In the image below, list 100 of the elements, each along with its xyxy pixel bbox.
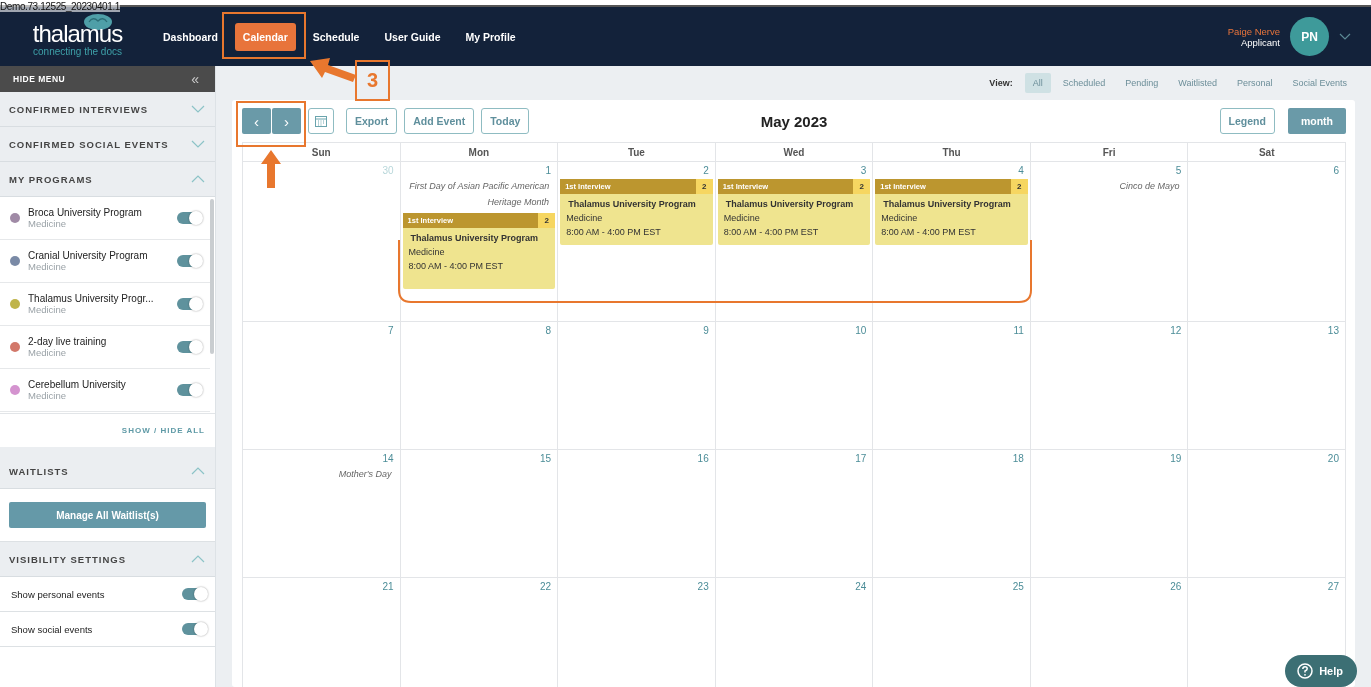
holiday-label: Mother's Day: [337, 468, 393, 481]
weekday-header: Fri: [1030, 143, 1189, 162]
event-specialty: Medicine: [722, 212, 761, 225]
user-role: Applicant: [1240, 36, 1280, 48]
program-name: Broca University Program: [28, 207, 143, 218]
day-number: 24: [855, 581, 868, 592]
day-number: 23: [697, 581, 710, 592]
weekday-header: Mon: [400, 143, 559, 162]
toggle-switch[interactable]: [182, 588, 207, 600]
weekday-header: Tue: [558, 143, 716, 162]
collapse-icon[interactable]: «: [191, 72, 199, 86]
section-header[interactable]: VISIBILITY SETTINGS: [0, 542, 215, 577]
chevron-down-icon[interactable]: [1339, 33, 1351, 40]
program-specialty: Medicine: [28, 218, 68, 229]
day-number: 8: [545, 325, 553, 336]
day-number: 25: [1012, 581, 1025, 592]
toggle-switch[interactable]: [177, 341, 202, 353]
day-number: 5: [1175, 165, 1183, 176]
holiday-label: First Day of Asian Pacific American Heritage Month: [408, 180, 551, 209]
day-number: 17: [855, 453, 868, 464]
help-button[interactable]: Help: [1285, 655, 1357, 687]
day-number: 16: [697, 453, 710, 464]
toolbar-button[interactable]: Export: [346, 108, 398, 134]
section-title[interactable]: MY PROGRAMS: [9, 173, 93, 185]
event-specialty: Medicine: [880, 212, 919, 225]
section-title[interactable]: CONFIRMED SOCIAL EVENTS: [9, 138, 169, 150]
day-number: 11: [1013, 325, 1025, 336]
event-time: 8:00 AM - 4:00 PM EST: [722, 226, 820, 239]
event-time: 8:00 AM - 4:00 PM EST: [565, 226, 662, 239]
nav-tab[interactable]: Dashboard: [155, 22, 226, 51]
day-number: 26: [1170, 581, 1183, 592]
day-number: 27: [1327, 581, 1340, 592]
highlight-frame: [236, 101, 306, 147]
nav-tab[interactable]: User Guide: [376, 22, 449, 51]
day-number: 4: [1018, 165, 1025, 176]
toggle-switch[interactable]: [182, 623, 207, 635]
logo-tagline: connecting the docs: [33, 46, 122, 57]
calendar-picker-button[interactable]: [308, 108, 334, 134]
toggle-switch[interactable]: [177, 298, 202, 310]
help-icon: [1297, 663, 1314, 679]
day-number: 20: [1327, 453, 1340, 464]
toolbar-button[interactable]: Add Event: [404, 108, 475, 134]
day-number: 14: [382, 453, 395, 464]
event-program: Thalamus University Program: [567, 198, 697, 211]
event-program: Thalamus University Program: [409, 232, 540, 245]
day-number: 21: [382, 581, 395, 592]
program-name: Thalamus University Progr...: [28, 293, 155, 304]
day-number: 13: [1327, 325, 1340, 336]
program-name: Cranial University Program: [28, 250, 149, 261]
day-number: 1: [545, 165, 553, 176]
arrow-icon: [261, 150, 281, 188]
event-program: Thalamus University Program: [724, 198, 855, 211]
program-specialty: Medicine: [28, 347, 68, 358]
program-name: Cerebellum University: [28, 379, 127, 390]
program-specialty: Medicine: [28, 304, 68, 315]
day-number: 6: [1333, 165, 1340, 176]
toggle-switch[interactable]: [177, 384, 202, 396]
day-number: 18: [1012, 453, 1025, 464]
hide-menu-bar[interactable]: HIDE MENU «: [0, 66, 215, 92]
section-title[interactable]: VISIBILITY SETTINGS: [9, 553, 126, 565]
setting-label: Show social events: [11, 623, 93, 635]
event-specialty: Medicine: [407, 246, 446, 259]
hide-menu-label[interactable]: HIDE MENU: [13, 74, 66, 84]
event-time: 8:00 AM - 4:00 PM EST: [407, 260, 505, 273]
day-number: 7: [388, 325, 395, 336]
day-number: 3: [860, 165, 868, 176]
weekday-header: Thu: [873, 143, 1031, 162]
toolbar-button[interactable]: Today: [481, 108, 530, 134]
section-header[interactable]: MY PROGRAMS: [0, 162, 215, 197]
section-header[interactable]: CONFIRMED INTERVIEWS: [0, 92, 215, 127]
event-specialty: Medicine: [565, 212, 604, 225]
view-label: View:: [989, 78, 1013, 88]
day-number: 22: [540, 581, 553, 592]
section-header[interactable]: WAITLISTS: [0, 454, 215, 489]
event-count-badge: 2: [538, 213, 556, 228]
legend-button[interactable]: Legend: [1219, 108, 1275, 134]
holiday-label: Cinco de Mayo: [1118, 180, 1181, 193]
setting-label: Show personal events: [11, 588, 105, 600]
section-title[interactable]: WAITLISTS: [9, 465, 69, 477]
day-number: 9: [703, 325, 710, 336]
step-number: 3: [355, 60, 390, 101]
scrollbar[interactable]: [210, 199, 214, 354]
nav-tab[interactable]: My Profile: [457, 22, 524, 51]
toggle-switch[interactable]: [177, 255, 202, 267]
toggle-switch[interactable]: [177, 212, 202, 224]
event-count-badge: 2: [853, 179, 871, 194]
nav-tab[interactable]: Schedule: [304, 22, 368, 51]
day-number: 19: [1170, 453, 1183, 464]
section-title[interactable]: CONFIRMED INTERVIEWS: [9, 103, 149, 115]
event-count-badge: 2: [695, 179, 713, 194]
day-number: 10: [855, 325, 868, 336]
event-program: Thalamus University Program: [882, 198, 1012, 211]
event-time: 8:00 AM - 4:00 PM EST: [880, 226, 977, 239]
logo-wordmark[interactable]: thalamus: [32, 22, 123, 46]
weekday-header: Sat: [1188, 143, 1346, 162]
weekday-header: Wed: [715, 143, 874, 162]
program-name: 2-day live training: [28, 336, 108, 347]
calendar-icon: [315, 115, 327, 127]
section-header[interactable]: CONFIRMED SOCIAL EVENTS: [0, 127, 215, 162]
day-number: 15: [540, 453, 553, 464]
